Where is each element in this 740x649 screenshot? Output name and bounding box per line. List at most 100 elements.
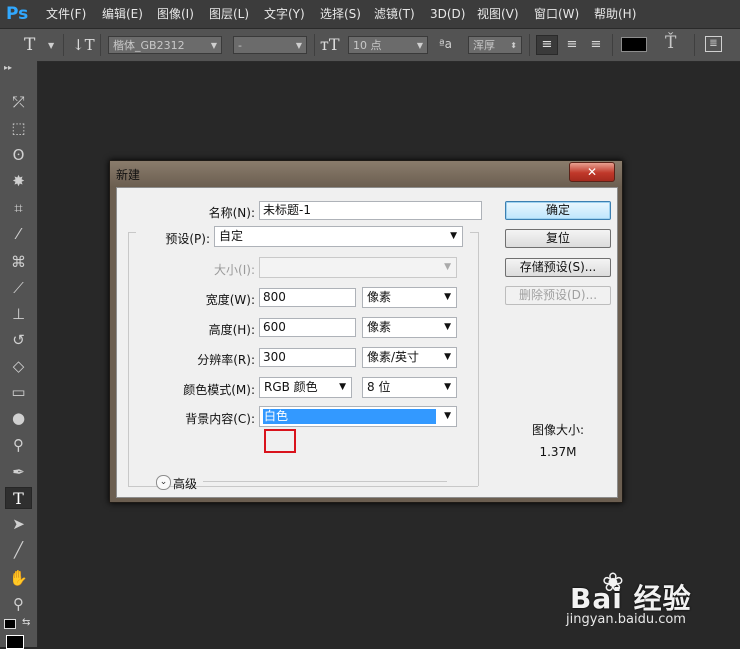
color-mode-label: 颜色模式(M): xyxy=(183,383,255,397)
crop-tool-icon[interactable]: ⌗ xyxy=(5,197,32,219)
image-size-label: 图像大小: xyxy=(531,423,585,437)
preset-value: 自定 xyxy=(219,229,244,243)
default-colors-icon[interactable] xyxy=(4,619,16,629)
close-button[interactable]: ✕ xyxy=(569,162,615,182)
width-label: 宽度(W): xyxy=(205,293,255,307)
history-brush-icon[interactable]: ↺ xyxy=(5,329,32,351)
text-color-swatch[interactable] xyxy=(621,37,647,52)
resolution-label: 分辨率(R): xyxy=(197,353,255,367)
path-selection-icon[interactable]: ➤ xyxy=(5,513,32,535)
menu-window[interactable]: 窗口(W) xyxy=(534,0,579,28)
font-size-icon: ᴛT xyxy=(320,35,340,54)
menu-filter[interactable]: 滤镜(T) xyxy=(374,0,415,28)
lasso-tool-icon[interactable]: ʘ xyxy=(5,144,32,166)
menu-file[interactable]: 文件(F) xyxy=(46,0,86,28)
brush-tool-icon[interactable]: ⟋ xyxy=(5,277,32,299)
bit-depth-select[interactable]: 8 位 ▼ xyxy=(362,377,457,398)
align-right-icon[interactable]: ≡ xyxy=(586,35,606,55)
menu-image[interactable]: 图像(I) xyxy=(157,0,194,28)
font-family-select[interactable]: 楷体_GB2312 ▼ xyxy=(108,36,222,54)
align-center-icon[interactable]: ≡ xyxy=(562,35,582,55)
new-document-dialog: 新建 ✕ 名称(N): 未标题-1 预设(P): 自定 ▼ 大小(I): ▼ 宽度… xyxy=(109,160,623,503)
color-mode-select[interactable]: RGB 颜色 ▼ xyxy=(259,377,352,398)
group-border xyxy=(128,232,129,486)
font-size-value: 10 点 xyxy=(353,39,382,52)
paw-icon: ❀ xyxy=(602,568,624,598)
resolution-unit-value: 像素/英寸 xyxy=(367,350,420,364)
advanced-expand-icon[interactable]: ⌄ xyxy=(156,475,171,490)
antialias-icon: ªa xyxy=(439,37,453,51)
advanced-label[interactable]: 高级 xyxy=(173,475,197,492)
chevron-down-icon: ▼ xyxy=(416,41,423,50)
menu-bar: Ps 文件(F) 编辑(E) 图像(I) 图层(L) 文字(Y) 选择(S) 滤… xyxy=(0,0,740,29)
character-panel-icon[interactable]: ≣ xyxy=(705,36,722,52)
dialog-body: 名称(N): 未标题-1 预设(P): 自定 ▼ 大小(I): ▼ 宽度(W): … xyxy=(116,187,618,498)
line-tool-icon[interactable]: ╱ xyxy=(5,539,32,561)
warp-text-icon[interactable]: Ť xyxy=(665,33,676,53)
advanced-divider xyxy=(203,481,447,482)
healing-brush-icon[interactable]: ⌘ xyxy=(5,251,32,273)
text-tool-icon[interactable]: T xyxy=(24,29,35,61)
resolution-unit-select[interactable]: 像素/英寸 ▼ xyxy=(362,347,457,368)
text-orientation-icon[interactable]: ↓T xyxy=(72,29,95,61)
group-border xyxy=(478,232,479,486)
tool-preset-dropdown-icon[interactable]: ▼ xyxy=(48,41,54,50)
chevron-down-icon: ▼ xyxy=(339,382,346,392)
chevron-updown-icon: ⬍ xyxy=(510,41,517,50)
dialog-title-bar[interactable]: 新建 ✕ xyxy=(110,161,622,187)
reset-button[interactable]: 复位 xyxy=(505,229,611,248)
height-field[interactable]: 600 xyxy=(259,318,356,337)
magic-wand-icon[interactable]: ✸ xyxy=(5,170,32,192)
tools-panel: ▸▸ ⤱ ⬚ ʘ ✸ ⌗ ⁄ ⌘ ⟋ ⊥ ↺ ◇ ▭ ● ⚲ ✒ T ➤ ╱ ✋… xyxy=(0,61,38,649)
photoshop-logo: Ps xyxy=(6,4,29,24)
preset-select[interactable]: 自定 ▼ xyxy=(214,226,463,247)
marquee-tool-icon[interactable]: ⬚ xyxy=(5,117,32,139)
image-size-value: 1.37M xyxy=(539,445,577,459)
font-size-select[interactable]: 10 点 ▼ xyxy=(348,36,428,54)
blur-tool-icon[interactable]: ● xyxy=(5,407,32,429)
menu-edit[interactable]: 编辑(E) xyxy=(102,0,143,28)
group-border xyxy=(128,232,136,233)
eraser-icon[interactable]: ◇ xyxy=(5,355,32,377)
background-label: 背景内容(C): xyxy=(185,412,255,426)
menu-select[interactable]: 选择(S) xyxy=(320,0,361,28)
background-value: 白色 xyxy=(264,409,289,423)
font-style-value: - xyxy=(238,39,242,52)
resolution-field[interactable]: 300 xyxy=(259,348,356,367)
chevron-down-icon: ▼ xyxy=(444,382,451,392)
gradient-tool-icon[interactable]: ▭ xyxy=(5,381,32,403)
antialias-select[interactable]: 浑厚 ⬍ xyxy=(468,36,522,54)
background-select[interactable]: 白色 ▼ xyxy=(259,406,457,427)
menu-layer[interactable]: 图层(L) xyxy=(209,0,249,28)
separator xyxy=(314,34,315,56)
selection-highlight xyxy=(263,409,436,424)
collapse-icon[interactable]: ▸▸ xyxy=(4,63,12,72)
swap-colors-icon[interactable]: ⇆ xyxy=(22,617,30,628)
ok-button[interactable]: 确定 xyxy=(505,201,611,220)
align-left-icon[interactable]: ≡ xyxy=(536,35,558,55)
eyedropper-icon[interactable]: ⁄ xyxy=(5,223,32,245)
pen-tool-icon[interactable]: ✒ xyxy=(5,461,32,483)
font-style-select[interactable]: - ▼ xyxy=(233,36,307,54)
dodge-tool-icon[interactable]: ⚲ xyxy=(5,434,32,456)
menu-type[interactable]: 文字(Y) xyxy=(264,0,305,28)
save-preset-button[interactable]: 存储预设(S)... xyxy=(505,258,611,277)
menu-help[interactable]: 帮助(H) xyxy=(594,0,636,28)
name-field[interactable]: 未标题-1 xyxy=(259,201,482,220)
clone-stamp-icon[interactable]: ⊥ xyxy=(5,303,32,325)
chevron-down-icon: ▼ xyxy=(210,41,217,50)
move-tool-icon[interactable]: ⤱ xyxy=(5,91,32,113)
width-unit-select[interactable]: 像素 ▼ xyxy=(362,287,457,308)
height-unit-select[interactable]: 像素 ▼ xyxy=(362,317,457,338)
chevron-down-icon: ▼ xyxy=(444,411,451,421)
menu-3d[interactable]: 3D(D) xyxy=(430,0,465,28)
chevron-down-icon: ▼ xyxy=(295,41,302,50)
hand-tool-icon[interactable]: ✋ xyxy=(5,567,32,589)
zoom-tool-icon[interactable]: ⚲ xyxy=(5,593,32,615)
width-field[interactable]: 800 xyxy=(259,288,356,307)
separator xyxy=(100,34,101,56)
type-tool-icon[interactable]: T xyxy=(5,487,32,509)
menu-view[interactable]: 视图(V) xyxy=(477,0,519,28)
height-label: 高度(H): xyxy=(208,323,255,337)
size-label: 大小(I): xyxy=(214,263,255,277)
